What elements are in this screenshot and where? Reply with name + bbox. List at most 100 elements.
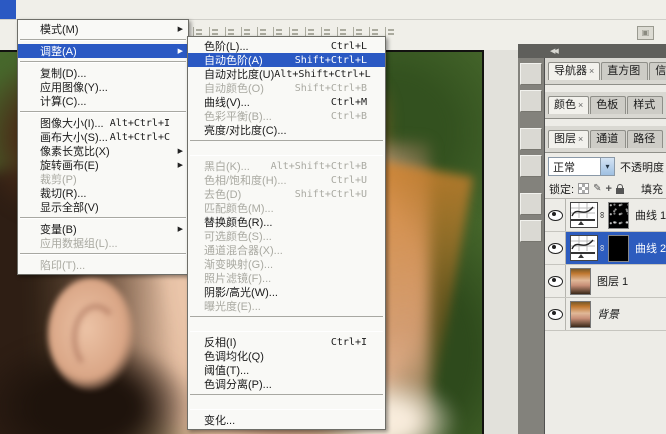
submenu-item[interactable]: 阴影/高光(W)... <box>188 285 385 299</box>
menu-bar-item[interactable] <box>80 0 96 19</box>
chevron-down-icon[interactable]: ▾ <box>600 158 614 175</box>
collapse-dock-icon[interactable]: ◀◀ <box>550 47 557 55</box>
menu-item[interactable]: 陷印(T)... <box>18 258 188 272</box>
submenu-item[interactable]: 曝光度(E)... <box>188 299 385 313</box>
layer-row[interactable]: ∞ 背景 <box>545 298 666 331</box>
visibility-toggle[interactable] <box>545 199 566 231</box>
layer-name[interactable]: 曲线 2 <box>635 240 666 256</box>
panel-tab[interactable]: 导航器× <box>548 62 600 80</box>
submenu-item[interactable]: 色相/饱和度(H)...Ctrl+U <box>188 173 385 187</box>
submenu-item[interactable]: 通道混合器(X)... <box>188 243 385 257</box>
submenu-item[interactable]: 渐变映射(G)... <box>188 257 385 271</box>
menu-bar-item[interactable] <box>64 0 80 19</box>
submenu-item[interactable]: 色阶(L)...Ctrl+L <box>188 39 385 53</box>
submenu-item[interactable]: 照片滤镜(F)... <box>188 271 385 285</box>
panel-icon-button[interactable] <box>520 220 542 242</box>
blend-mode-select[interactable]: 正常 ▾ <box>548 157 615 176</box>
layer-row[interactable]: ∞ 曲线 1 <box>545 199 666 232</box>
layer-name[interactable]: 曲线 1 <box>635 207 666 223</box>
layer-mask-link-icon[interactable]: ∞ <box>598 211 608 220</box>
layer-mask-thumbnail[interactable] <box>608 235 629 262</box>
layer-name[interactable]: 背景 <box>597 306 619 322</box>
submenu-item[interactable]: 自动颜色(O)Shift+Ctrl+B <box>188 81 385 95</box>
layer-name[interactable]: 图层 1 <box>597 273 628 289</box>
panel-icon-button[interactable] <box>520 193 542 215</box>
menu-item[interactable]: 应用图像(Y)... <box>18 80 188 94</box>
close-icon[interactable]: × <box>578 100 583 110</box>
submenu-item[interactable]: 亮度/对比度(C)... <box>188 123 385 137</box>
menu-bar-item[interactable] <box>48 0 64 19</box>
submenu-item[interactable]: 反相(I)Ctrl+I <box>188 335 385 349</box>
curves-adjustment-thumbnail[interactable] <box>570 235 598 261</box>
layer-thumbnail[interactable] <box>570 268 591 295</box>
menu-item[interactable]: 变量(B)▶ <box>18 222 188 236</box>
menu-item[interactable] <box>20 61 186 63</box>
panel-icon-button[interactable] <box>520 63 542 85</box>
close-icon[interactable]: × <box>589 66 594 76</box>
panel-tab[interactable]: 通道 <box>590 130 626 148</box>
panel-tab[interactable]: 图层× <box>548 130 589 148</box>
layer-thumbnail[interactable] <box>570 301 591 328</box>
submenu-item[interactable] <box>190 316 383 332</box>
lock-all-icon[interactable] <box>616 188 624 194</box>
menu-item[interactable]: 旋转画布(E)▶ <box>18 158 188 172</box>
panel-tab[interactable]: 信息 <box>649 62 666 80</box>
menu-bar-item[interactable] <box>32 0 48 19</box>
layer-mask-thumbnail[interactable] <box>608 202 629 229</box>
submenu-item[interactable]: 变化... <box>188 413 385 427</box>
panel-tab[interactable]: 样式 <box>627 96 663 114</box>
panel-tab[interactable]: 路径 <box>627 130 663 148</box>
close-icon[interactable]: × <box>578 134 583 144</box>
layer-mask-link-icon[interactable]: ∞ <box>598 244 608 253</box>
panel-icon-button[interactable] <box>520 155 542 177</box>
submenu-item[interactable]: 替换颜色(R)... <box>188 215 385 229</box>
menu-item[interactable]: 复制(D)... <box>18 66 188 80</box>
submenu-item[interactable]: 自动对比度(U)Alt+Shift+Ctrl+L <box>188 67 385 81</box>
panel-tab[interactable]: 直方图 <box>601 62 648 80</box>
layer-row[interactable]: ∞ 图层 1 <box>545 265 666 298</box>
visibility-toggle[interactable] <box>545 232 566 264</box>
lock-position-icon[interactable]: + <box>605 184 611 194</box>
menu-item[interactable]: 计算(C)... <box>18 94 188 108</box>
visibility-toggle[interactable] <box>545 298 566 330</box>
submenu-item[interactable]: 可选颜色(S)... <box>188 229 385 243</box>
submenu-item[interactable]: 曲线(V)...Ctrl+M <box>188 95 385 109</box>
menu-item[interactable]: 裁切(R)... <box>18 186 188 200</box>
menu-item[interactable]: 像素长宽比(X)▶ <box>18 144 188 158</box>
menu-item[interactable]: 调整(A)▶ <box>18 44 188 58</box>
menu-item[interactable] <box>20 111 186 113</box>
menu-item[interactable] <box>20 253 186 255</box>
submenu-item[interactable]: 匹配颜色(M)... <box>188 201 385 215</box>
menu-item[interactable]: 画布大小(S)...Alt+Ctrl+C <box>18 130 188 144</box>
menu-bar-item[interactable] <box>112 0 128 19</box>
submenu-item[interactable]: 去色(D)Shift+Ctrl+U <box>188 187 385 201</box>
menu-item[interactable] <box>20 39 186 41</box>
layer-row[interactable]: ∞ 曲线 2 <box>545 232 666 265</box>
menu-bar-item[interactable] <box>0 0 16 19</box>
submenu-item[interactable] <box>190 140 383 156</box>
submenu-item[interactable]: 色调均化(Q) <box>188 349 385 363</box>
menu-item[interactable] <box>20 217 186 219</box>
menu-item[interactable]: 显示全部(V) <box>18 200 188 214</box>
menu-item[interactable]: 应用数据组(L)... <box>18 236 188 250</box>
panel-icon-button[interactable] <box>520 90 542 112</box>
visibility-toggle[interactable] <box>545 265 566 297</box>
submenu-item[interactable] <box>190 394 383 410</box>
menu-item[interactable]: 裁剪(P) <box>18 172 188 186</box>
workspace-icon[interactable]: ▣ <box>637 26 654 40</box>
panel-icon-button[interactable] <box>520 128 542 150</box>
curves-adjustment-thumbnail[interactable] <box>570 202 598 228</box>
panel-tab[interactable]: 色板 <box>590 96 626 114</box>
lock-transparency-icon[interactable] <box>578 183 589 194</box>
menu-bar-item[interactable] <box>16 0 32 19</box>
menu-bar-item[interactable] <box>96 0 112 19</box>
submenu-item[interactable]: 色调分离(P)... <box>188 377 385 391</box>
submenu-item[interactable]: 色彩平衡(B)...Ctrl+B <box>188 109 385 123</box>
submenu-item[interactable]: 自动色阶(A)Shift+Ctrl+L <box>188 53 385 67</box>
menu-item[interactable]: 模式(M)▶ <box>18 22 188 36</box>
lock-pixels-icon[interactable]: ✎ <box>593 184 601 194</box>
submenu-item[interactable]: 黑白(K)...Alt+Shift+Ctrl+B <box>188 159 385 173</box>
panel-tab[interactable]: 颜色× <box>548 96 589 114</box>
menu-item[interactable]: 图像大小(I)...Alt+Ctrl+I <box>18 116 188 130</box>
submenu-item[interactable]: 阈值(T)... <box>188 363 385 377</box>
